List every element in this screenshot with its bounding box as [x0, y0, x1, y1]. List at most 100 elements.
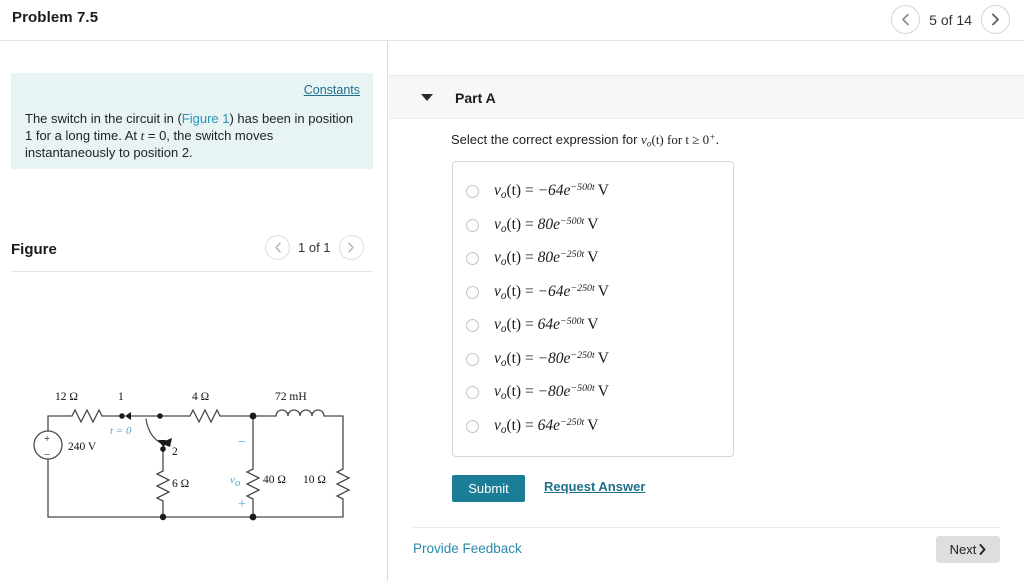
- radio-button[interactable]: [466, 185, 479, 199]
- chevron-right-icon: [348, 242, 354, 253]
- option-exponent: −250t: [570, 349, 595, 361]
- radio-button[interactable]: [466, 252, 479, 266]
- option-row[interactable]: vo(t) = 64e−250t V: [453, 410, 733, 444]
- figure-title: Figure: [11, 241, 57, 258]
- option-argument: (t) =: [506, 383, 538, 401]
- option-coefficient: 80e: [537, 249, 560, 267]
- resistor-4-label: 4 Ω: [192, 391, 209, 403]
- option-exponent: −500t: [559, 316, 585, 328]
- next-figure-button[interactable]: [338, 235, 364, 260]
- option-unit: V: [587, 416, 599, 434]
- option-expression: vo(t) = −64e−250t V: [494, 283, 609, 302]
- answer-options-list: vo(t) = −64e−500t V vo(t) = 80e−500t V vo(…: [452, 161, 734, 457]
- option-row[interactable]: vo(t) = −64e−500t V: [453, 175, 733, 209]
- chevron-right-icon: [979, 544, 986, 555]
- switch-position-2-label: 2: [172, 446, 178, 458]
- option-coefficient: 64e: [537, 316, 560, 334]
- problem-pagination: 5 of 14: [891, 5, 1010, 34]
- option-unit: V: [597, 349, 609, 367]
- question-middle: (t) for: [651, 132, 686, 147]
- option-lhs: v: [494, 215, 501, 233]
- option-argument: (t) =: [506, 249, 538, 267]
- radio-button[interactable]: [466, 352, 479, 366]
- option-unit: V: [597, 182, 609, 200]
- constants-link[interactable]: Constants: [304, 83, 360, 97]
- option-unit: V: [597, 383, 609, 401]
- option-row[interactable]: vo(t) = 64e−500t V: [453, 309, 733, 343]
- option-expression: vo(t) = 64e−500t V: [494, 316, 598, 335]
- option-row[interactable]: vo(t) = −80e−250t V: [453, 343, 733, 377]
- option-coefficient: −80e: [537, 383, 571, 401]
- resistor-40-label: 40 Ω: [263, 474, 286, 486]
- option-expression: vo(t) = 80e−250t V: [494, 249, 598, 268]
- option-expression: vo(t) = −80e−500t V: [494, 383, 609, 402]
- option-expression: vo(t) = −80e−250t V: [494, 350, 609, 369]
- caret-down-icon[interactable]: [421, 94, 433, 101]
- chevron-right-icon: [992, 13, 999, 26]
- radio-button[interactable]: [466, 386, 479, 400]
- option-lhs: v: [494, 249, 501, 267]
- part-a-label: Part A: [455, 90, 496, 106]
- circuit-figure[interactable]: 12 Ω 1 t = 0 2 6 Ω 4 Ω 72 mH 40 Ω 10 Ω 2…: [0, 286, 388, 536]
- option-argument: (t) =: [506, 182, 538, 200]
- problem-statement-text: The switch in the circuit in (Figure 1) …: [25, 110, 363, 161]
- option-lhs: v: [494, 349, 501, 367]
- radio-button[interactable]: [466, 419, 479, 433]
- footer-divider: [413, 527, 1000, 528]
- option-coefficient: −64e: [537, 282, 571, 300]
- part-a-header[interactable]: Part A: [389, 75, 1024, 119]
- radio-button[interactable]: [466, 218, 479, 232]
- right-panel: Part A Select the correct expression for…: [389, 41, 1024, 581]
- problem-counter: 5 of 14: [929, 11, 972, 28]
- option-lhs: v: [494, 316, 501, 334]
- option-coefficient: 64e: [537, 416, 560, 434]
- provide-feedback-link[interactable]: Provide Feedback: [413, 541, 522, 556]
- option-argument: (t) =: [506, 349, 538, 367]
- option-exponent: −250t: [559, 249, 585, 261]
- polarity-plus-label: +: [238, 497, 246, 512]
- vo-label: vo: [230, 474, 241, 489]
- radio-button[interactable]: [466, 319, 479, 333]
- circuit-schematic: 12 Ω 1 t = 0 2 6 Ω 4 Ω 72 mH 40 Ω 10 Ω 2…: [33, 391, 351, 521]
- resistor-10-label: 10 Ω: [303, 474, 326, 486]
- option-row[interactable]: vo(t) = −64e−250t V: [453, 276, 733, 310]
- option-unit: V: [587, 215, 599, 233]
- previous-figure-button[interactable]: [265, 235, 290, 260]
- inductor-label: 72 mH: [275, 391, 307, 403]
- option-exponent: −250t: [570, 282, 595, 294]
- figure-1-link[interactable]: Figure 1: [182, 111, 230, 126]
- polarity-minus-label: −: [238, 435, 246, 450]
- option-row[interactable]: vo(t) = −80e−500t V: [453, 376, 733, 410]
- option-expression: vo(t) = 80e−500t V: [494, 216, 598, 235]
- figure-pagination: 1 of 1: [265, 235, 364, 260]
- left-panel: Constants The switch in the circuit in (…: [0, 41, 388, 581]
- option-coefficient: −64e: [537, 182, 571, 200]
- option-expression: vo(t) = 64e−250t V: [494, 417, 598, 436]
- question-text: Select the correct expression for vo(t) …: [451, 132, 719, 149]
- option-row[interactable]: vo(t) = 80e−500t V: [453, 209, 733, 243]
- next-button[interactable]: Next: [936, 536, 1000, 563]
- figure-divider: [11, 271, 373, 272]
- option-exponent: −250t: [559, 416, 585, 428]
- option-argument: (t) =: [506, 215, 538, 233]
- option-unit: V: [587, 316, 599, 334]
- option-row[interactable]: vo(t) = 80e−250t V: [453, 242, 733, 276]
- question-prefix: Select the correct expression for: [451, 132, 642, 147]
- option-lhs: v: [494, 383, 501, 401]
- source-minus-label: −: [44, 449, 50, 461]
- submit-button[interactable]: Submit: [452, 475, 525, 502]
- option-expression: vo(t) = −64e−500t V: [494, 182, 609, 201]
- statement-part-1: The switch in the circuit in (: [25, 111, 182, 126]
- option-argument: (t) =: [506, 416, 538, 434]
- option-exponent: −500t: [570, 383, 595, 395]
- vo-subscript: o: [235, 477, 241, 489]
- option-unit: V: [587, 249, 599, 267]
- radio-button[interactable]: [466, 285, 479, 299]
- option-lhs: v: [494, 282, 501, 300]
- option-lhs: v: [494, 182, 501, 200]
- figure-counter: 1 of 1: [298, 240, 331, 255]
- previous-problem-button[interactable]: [891, 5, 921, 34]
- next-problem-button[interactable]: [981, 5, 1010, 34]
- request-answer-link[interactable]: Request Answer: [544, 479, 645, 494]
- source-plus-label: +: [44, 433, 50, 445]
